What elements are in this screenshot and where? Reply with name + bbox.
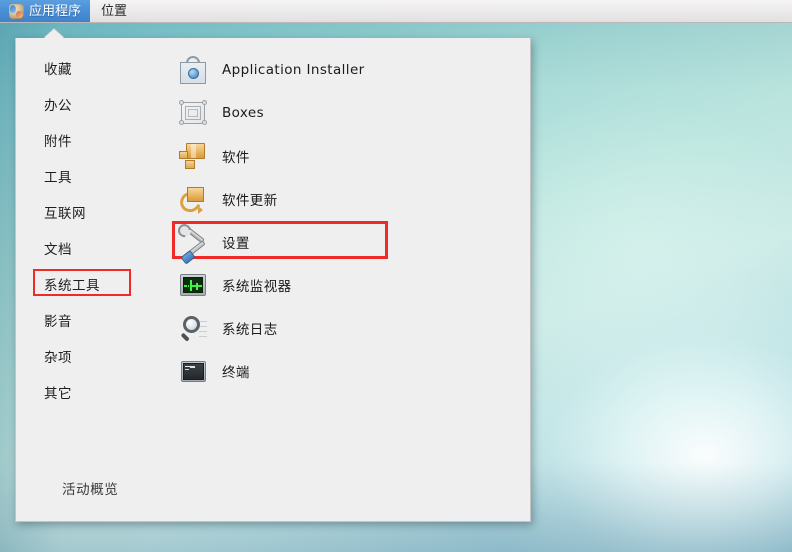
app-item-boxes[interactable]: Boxes <box>170 91 530 134</box>
category-label: 文档 <box>44 242 72 258</box>
activities-overview-label[interactable]: 活动概览 <box>62 478 118 498</box>
applications-menu-button[interactable]: 应用程序 <box>0 0 91 22</box>
gnome-foot-icon <box>9 3 24 19</box>
system-monitor-icon <box>178 270 208 300</box>
applications-menu-label: 应用程序 <box>29 3 82 19</box>
category-label: 互联网 <box>44 206 86 222</box>
app-item-settings[interactable]: 设置 <box>170 220 530 263</box>
app-item-label: 终端 <box>222 364 250 381</box>
app-item-label: 设置 <box>222 235 250 252</box>
boxes-icon <box>178 98 208 128</box>
category-label: 杂项 <box>44 350 72 366</box>
app-item-label: Application Installer <box>222 61 365 78</box>
category-item-other[interactable]: 其它 <box>16 374 156 410</box>
app-item-label: 系统日志 <box>222 321 278 338</box>
app-item-label: Boxes <box>222 104 265 121</box>
top-panel: 应用程序 位置 <box>0 0 792 23</box>
category-label: 影音 <box>44 314 72 330</box>
category-item-internet[interactable]: 互联网 <box>16 194 156 230</box>
category-item-tools[interactable]: 工具 <box>16 158 156 194</box>
places-menu-label: 位置 <box>101 3 128 19</box>
software-package-icon <box>178 141 208 171</box>
app-item-software[interactable]: 软件 <box>170 134 530 177</box>
application-installer-icon <box>178 55 208 85</box>
category-item-accessories[interactable]: 附件 <box>16 122 156 158</box>
category-item-media[interactable]: 影音 <box>16 302 156 338</box>
category-item-favorites[interactable]: 收藏 <box>16 50 156 86</box>
category-label: 工具 <box>44 170 72 186</box>
category-label: 收藏 <box>44 62 72 78</box>
desktop-screen: 应用程序 位置 收藏 办公 附件 工具 互联网 文档 系统工具 影音 杂项 其它… <box>0 0 792 552</box>
settings-tools-icon <box>178 223 208 261</box>
category-label: 系统工具 <box>44 278 100 294</box>
category-item-misc[interactable]: 杂项 <box>16 338 156 374</box>
category-item-office[interactable]: 办公 <box>16 86 156 122</box>
app-item-software-update[interactable]: 软件更新 <box>170 177 530 220</box>
app-item-terminal[interactable]: 终端 <box>170 349 530 392</box>
app-item-system-log[interactable]: 系统日志 <box>170 306 530 349</box>
category-label: 附件 <box>44 134 72 150</box>
terminal-icon <box>178 356 208 386</box>
category-label: 其它 <box>44 386 72 402</box>
system-log-icon <box>178 313 208 343</box>
app-item-label: 软件 <box>222 149 250 166</box>
category-item-system-tools[interactable]: 系统工具 <box>16 266 156 302</box>
places-menu-button[interactable]: 位置 <box>90 0 138 22</box>
app-item-system-monitor[interactable]: 系统监视器 <box>170 263 530 306</box>
software-update-icon <box>176 184 208 216</box>
app-item-label: 系统监视器 <box>222 278 292 295</box>
menu-footer: 活动概览 <box>16 435 530 521</box>
app-item-label: 软件更新 <box>222 192 278 209</box>
category-item-documents[interactable]: 文档 <box>16 230 156 266</box>
applications-menu-popup: 收藏 办公 附件 工具 互联网 文档 系统工具 影音 杂项 其它 Applica… <box>15 38 531 522</box>
category-label: 办公 <box>44 98 72 114</box>
app-item-application-installer[interactable]: Application Installer <box>170 48 530 91</box>
